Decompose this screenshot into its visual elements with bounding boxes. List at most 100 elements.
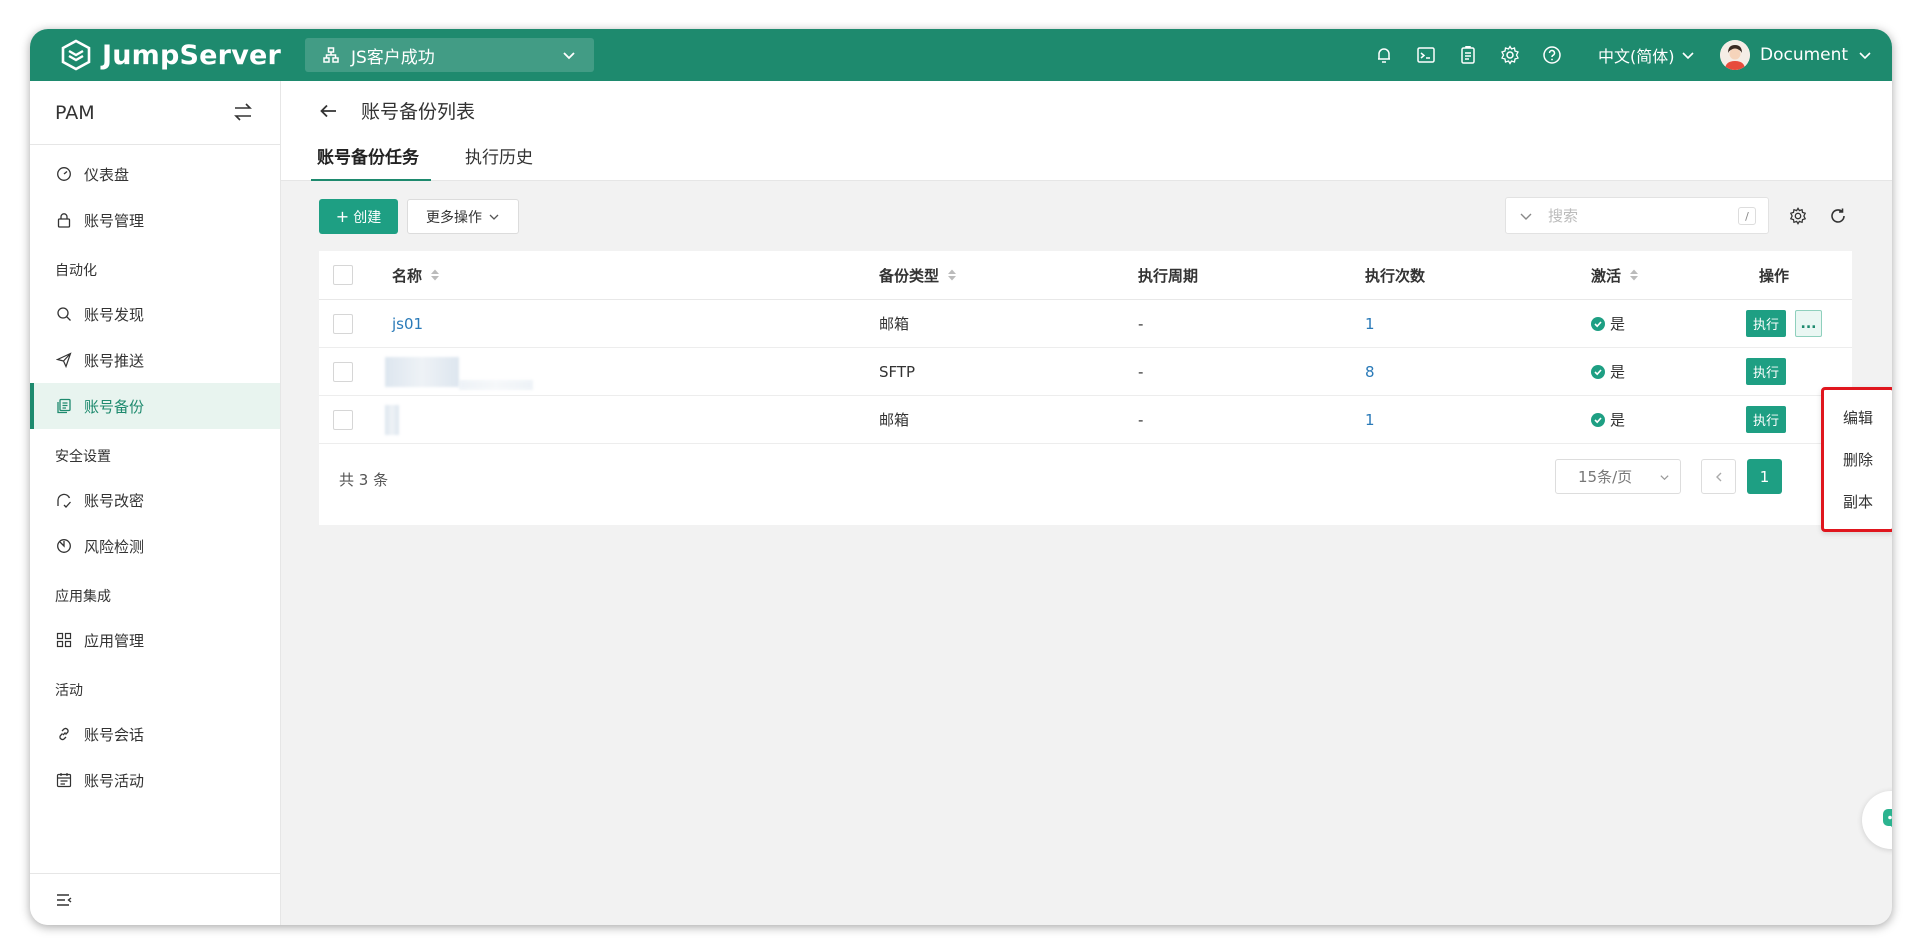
- row-name-redacted[interactable]: [385, 396, 399, 443]
- key-change-icon: [57, 493, 71, 508]
- sidebar-collapse-button[interactable]: [30, 873, 280, 925]
- language-label: 中文(简体): [1598, 47, 1675, 66]
- send-icon: [56, 352, 72, 368]
- terminal-icon[interactable]: [1416, 45, 1436, 65]
- chevron-down-icon: [489, 214, 499, 220]
- row-count-link[interactable]: 8: [1365, 348, 1375, 395]
- user-name: Document: [1760, 45, 1849, 65]
- gear-icon[interactable]: [1500, 45, 1520, 65]
- table-row: SFTP - 8 是 执行: [319, 348, 1852, 396]
- dropdown-item-delete[interactable]: 删除: [1824, 438, 1892, 480]
- sidebar-item-risk[interactable]: 风险检测: [30, 523, 280, 569]
- sidebar-item-label: 账号改密: [84, 491, 145, 510]
- row-checkbox[interactable]: [333, 409, 353, 430]
- page-number-current[interactable]: 1: [1747, 459, 1782, 494]
- sort-icon: [948, 269, 957, 281]
- sidebar-item-dashboard[interactable]: 仪表盘: [30, 151, 280, 197]
- apps-icon: [56, 632, 72, 648]
- bell-icon[interactable]: [1374, 45, 1394, 65]
- column-name[interactable]: 名称: [392, 251, 440, 299]
- sidebar-item-backup[interactable]: 账号备份: [30, 383, 280, 429]
- row-checkbox[interactable]: [333, 313, 353, 334]
- sidebar-item-apps[interactable]: 应用管理: [30, 617, 280, 663]
- sidebar-item-label: 风险检测: [84, 537, 145, 556]
- check-circle-icon: [1591, 316, 1605, 331]
- table-header: 名称 备份类型 执行周期 执行次数 激活 操作: [319, 251, 1852, 300]
- run-button[interactable]: 执行: [1746, 358, 1786, 385]
- sidebar-group-integration: 应用集成: [55, 589, 111, 605]
- dashboard-icon: [57, 167, 71, 181]
- sidebar-item-label: 账号活动: [84, 771, 145, 790]
- search-input[interactable]: 搜索 /: [1505, 197, 1769, 234]
- clipboard-icon[interactable]: [1458, 45, 1478, 65]
- sidebar-item-label: 账号推送: [84, 351, 145, 370]
- backup-icon: [57, 398, 71, 414]
- organization-name: JS客户成功: [351, 47, 435, 68]
- sidebar-item-change-secret[interactable]: 账号改密: [30, 477, 280, 523]
- logo[interactable]: JumpServer: [60, 37, 281, 73]
- language-select[interactable]: 中文(简体): [1598, 29, 1695, 81]
- top-bar: JumpServer JS客户成功 中文(简体) Document: [30, 29, 1892, 81]
- row-more-button[interactable]: ...: [1795, 310, 1822, 337]
- dropdown-item-edit[interactable]: 编辑: [1824, 396, 1892, 438]
- organization-select[interactable]: JS客户成功: [305, 38, 594, 72]
- page-size-select[interactable]: 15条/页: [1555, 459, 1681, 494]
- refresh-icon[interactable]: [1829, 207, 1847, 225]
- sidebar-item-sessions[interactable]: 账号会话: [30, 711, 280, 757]
- prev-page-button[interactable]: [1701, 459, 1736, 494]
- sidebar-item-discovery[interactable]: 账号发现: [30, 291, 280, 337]
- table-settings-icon[interactable]: [1789, 207, 1807, 225]
- create-button[interactable]: + 创建: [319, 199, 398, 234]
- table-row: js01 邮箱 - 1 是 执行 ...: [319, 300, 1852, 348]
- chevron-down-icon: [1520, 213, 1532, 220]
- column-active[interactable]: 激活: [1591, 251, 1639, 299]
- row-period: -: [1138, 314, 1144, 333]
- more-actions-button[interactable]: 更多操作: [407, 199, 519, 234]
- tab-backup-tasks[interactable]: 账号备份任务: [311, 143, 431, 181]
- select-all-checkbox[interactable]: [333, 265, 353, 285]
- backup-table: 名称 备份类型 执行周期 执行次数 激活 操作 js01 邮箱 - 1 是 执行…: [319, 251, 1852, 525]
- create-button-label: 创建: [353, 209, 382, 226]
- sidebar-item-label: 账号会话: [84, 725, 145, 744]
- row-type: 邮箱: [879, 315, 910, 333]
- sidebar-item-activity[interactable]: 账号活动: [30, 757, 280, 803]
- sidebar-group-automation: 自动化: [55, 263, 97, 279]
- row-period: -: [1138, 410, 1144, 429]
- calendar-icon: [56, 773, 72, 788]
- sidebar-header: PAM: [30, 81, 280, 145]
- user-menu[interactable]: Document: [1720, 29, 1872, 81]
- row-checkbox[interactable]: [333, 361, 353, 382]
- row-count-link[interactable]: 1: [1365, 300, 1375, 347]
- check-circle-icon: [1591, 412, 1605, 427]
- column-count: 执行次数: [1365, 266, 1426, 285]
- jumpserver-logo-icon: [61, 39, 91, 71]
- column-actions: 操作: [1759, 266, 1790, 285]
- sidebar-title: PAM: [55, 101, 95, 124]
- run-button[interactable]: 执行: [1746, 406, 1786, 433]
- swap-icon[interactable]: [232, 101, 254, 123]
- row-type: 邮箱: [879, 411, 910, 429]
- sidebar: PAM 仪表盘 账号管理 自动化 账号发现 账号推送 账号备份 安全设置 账号改…: [30, 81, 281, 925]
- sidebar-item-label: 应用管理: [84, 631, 145, 650]
- tab-execution-history[interactable]: 执行历史: [459, 143, 549, 181]
- row-name-link[interactable]: js01: [392, 300, 423, 347]
- row-count-link[interactable]: 1: [1365, 396, 1375, 443]
- logo-text: JumpServer: [102, 39, 282, 71]
- run-button[interactable]: 执行: [1746, 310, 1786, 337]
- column-period: 执行周期: [1138, 266, 1199, 285]
- dropdown-item-clone[interactable]: 副本: [1824, 480, 1892, 522]
- chat-widget[interactable]: [1862, 791, 1892, 849]
- row-name-redacted[interactable]: [385, 348, 533, 395]
- row-actions-dropdown: 编辑 删除 副本: [1821, 387, 1892, 532]
- sidebar-item-label: 账号发现: [84, 305, 145, 324]
- sidebar-group-activity: 活动: [55, 683, 83, 699]
- sidebar-item-push[interactable]: 账号推送: [30, 337, 280, 383]
- sidebar-item-label: 账号管理: [84, 211, 145, 230]
- sidebar-item-accounts[interactable]: 账号管理: [30, 197, 280, 243]
- help-icon[interactable]: [1542, 45, 1562, 65]
- row-active: 是: [1591, 396, 1625, 443]
- column-type[interactable]: 备份类型: [879, 251, 957, 299]
- sidebar-item-label: 账号备份: [84, 397, 145, 416]
- arrow-left-icon[interactable]: [319, 101, 339, 121]
- sort-icon: [431, 269, 440, 281]
